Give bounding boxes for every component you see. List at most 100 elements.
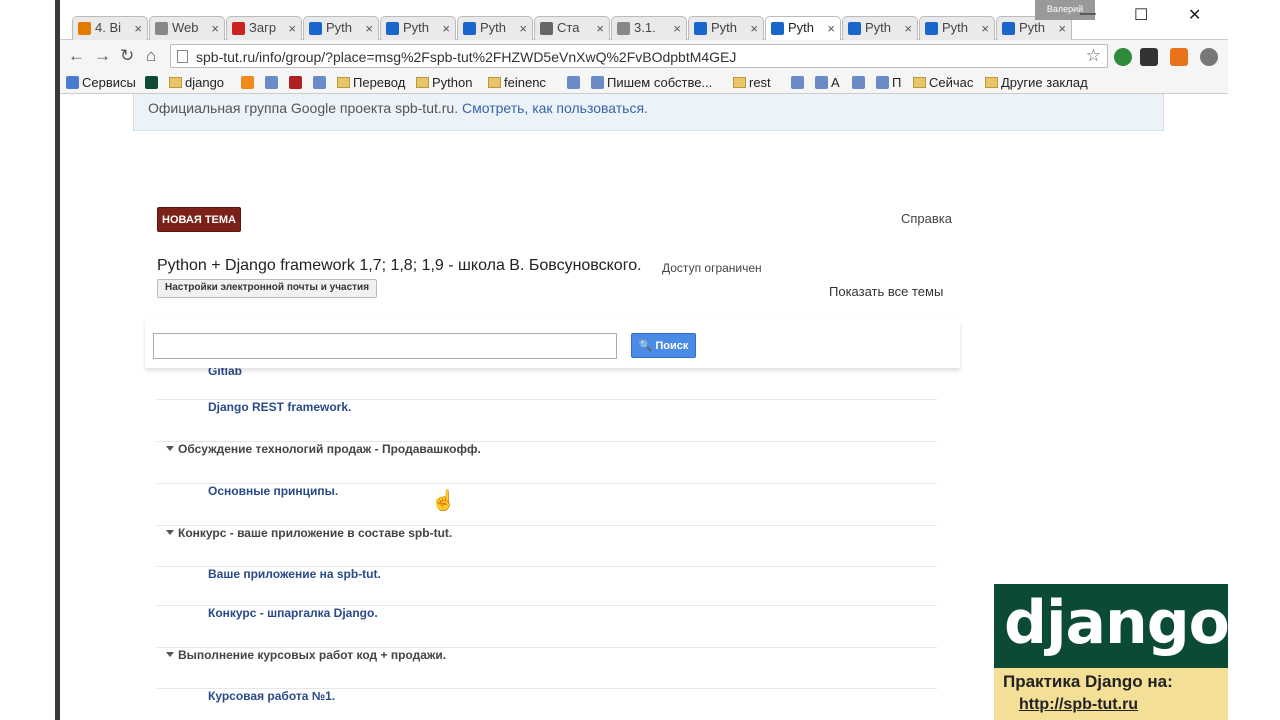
topic-row[interactable]: Ваше приложение на spb-tut. — [157, 567, 937, 606]
bookmark-item[interactable]: Другие заклад — [985, 75, 1088, 90]
category-row[interactable]: Конкурс - ваше приложение в составе spb-… — [157, 526, 937, 567]
bookmark-item[interactable]: П — [876, 75, 901, 90]
close-window-icon[interactable]: ✕ — [1188, 5, 1201, 25]
bookmark-label: django — [185, 75, 225, 90]
bookmark-item[interactable]: rest — [733, 75, 771, 90]
tab-close-icon[interactable]: × — [981, 21, 989, 36]
tab-close-icon[interactable]: × — [442, 21, 450, 36]
tab-close-icon[interactable]: × — [750, 21, 758, 36]
search-button[interactable]: 🔍 Поиск — [631, 333, 696, 358]
bookmark-label: A — [831, 75, 840, 90]
tab[interactable]: Pyth × — [380, 16, 456, 40]
topic-link[interactable]: Ваше приложение на spb-tut. — [208, 567, 381, 581]
tab[interactable]: Ста × — [534, 16, 610, 40]
bookmark-item[interactable]: Перевод — [337, 75, 405, 90]
topic-row[interactable]: Конкурс - шпаргалка Django. — [157, 606, 937, 648]
tab[interactable]: 3.1. × — [611, 16, 687, 40]
bookmark-item[interactable]: A — [815, 75, 840, 90]
minimize-icon[interactable]: — — [1080, 5, 1096, 23]
category-title[interactable]: Обсуждение технологий продаж - Продавашк… — [178, 442, 481, 456]
extension-green-icon[interactable] — [1114, 48, 1132, 66]
tab-label: Pyth — [865, 20, 892, 35]
tab-close-icon[interactable]: × — [904, 21, 912, 36]
category-title[interactable]: Конкурс - ваше приложение в составе spb-… — [178, 526, 452, 540]
site-icon — [815, 76, 828, 89]
tab[interactable]: Pyth × — [765, 16, 841, 40]
bookmark-item[interactable] — [289, 75, 305, 90]
tab[interactable]: Pyth × — [688, 16, 764, 40]
orange-icon — [241, 76, 254, 89]
category-title[interactable]: Выполнение курсовых работ код + продажи. — [178, 648, 446, 662]
bookmark-item[interactable] — [313, 75, 329, 90]
tab-close-icon[interactable]: × — [288, 21, 296, 36]
category-row[interactable]: Выполнение курсовых работ код + продажи. — [157, 648, 937, 689]
tab-label: Pyth — [788, 20, 815, 35]
bookmark-item[interactable] — [265, 75, 281, 90]
email-settings-button[interactable]: Настройки электронной почты и участия — [157, 279, 378, 298]
collapse-arrow-icon[interactable] — [166, 446, 174, 451]
bookmark-item[interactable] — [852, 75, 868, 90]
help-link[interactable]: Справка — [901, 211, 952, 226]
extension-dark-icon[interactable] — [1140, 48, 1158, 66]
tab-close-icon[interactable]: × — [134, 21, 142, 36]
tab-favicon-icon — [386, 22, 399, 35]
new-topic-button[interactable]: НОВАЯ ТЕМА — [157, 207, 241, 232]
address-bar[interactable]: spb-tut.ru/info/group/?place=msg%2Fspb-t… — [170, 44, 1108, 68]
collapse-arrow-icon[interactable] — [166, 530, 174, 535]
home-icon[interactable]: ⌂ — [146, 46, 156, 66]
menu-icon[interactable] — [1200, 48, 1218, 66]
bookmark-item[interactable] — [145, 75, 161, 90]
tab-favicon-icon — [771, 22, 784, 35]
tab[interactable]: Pyth × — [919, 16, 995, 40]
topic-link[interactable]: Конкурс - шпаргалка Django. — [208, 606, 378, 620]
django-promo-overlay: django Практика Django на: http://spb-tu… — [994, 584, 1228, 720]
topic-link[interactable]: Основные принципы. — [208, 484, 338, 498]
tab[interactable]: Загр × — [226, 16, 302, 40]
maximize-icon[interactable]: ☐ — [1134, 5, 1148, 25]
tab-label: Pyth — [403, 20, 430, 35]
bookmark-item[interactable]: Пишем собстве... — [591, 75, 712, 90]
search-input[interactable] — [153, 333, 617, 359]
bookmark-item[interactable]: Сейчас — [913, 75, 973, 90]
reload-icon[interactable]: ↻ — [120, 46, 134, 66]
tab-close-icon[interactable]: × — [365, 21, 373, 36]
tab-close-icon[interactable]: × — [596, 21, 604, 36]
topic-link[interactable]: Django REST framework. — [208, 400, 351, 414]
tab[interactable]: 4. Bi × — [72, 16, 148, 40]
category-row[interactable]: Обсуждение технологий продаж - Продавашк… — [157, 442, 937, 484]
bookmark-item[interactable] — [791, 75, 807, 90]
tab-close-icon[interactable]: × — [211, 21, 219, 36]
bookmark-item[interactable] — [241, 75, 257, 90]
tab-close-icon[interactable]: × — [673, 21, 681, 36]
extension-orange-icon[interactable] — [1170, 48, 1188, 66]
promo-url: http://spb-tut.ru — [1019, 696, 1139, 713]
tab[interactable]: Pyth × — [842, 16, 918, 40]
back-icon[interactable]: ← — [68, 46, 85, 66]
forward-icon[interactable]: → — [94, 46, 111, 66]
tab-close-icon[interactable]: × — [519, 21, 527, 36]
bookmark-item[interactable] — [567, 75, 583, 90]
apps-icon — [66, 76, 79, 89]
bookmark-item[interactable]: feinenc — [488, 75, 546, 90]
tab[interactable]: Pyth × — [457, 16, 533, 40]
bookmark-label: Пишем собстве... — [607, 75, 713, 90]
topic-row[interactable]: Курсовая работа №1. — [157, 689, 937, 720]
tab[interactable]: Web × — [149, 16, 225, 40]
topic-row[interactable]: Django REST framework. — [157, 400, 937, 442]
banner-help-link[interactable]: Смотреть, как пользоваться. — [462, 100, 648, 116]
collapse-arrow-icon[interactable] — [166, 652, 174, 657]
search-icon: 🔍 — [638, 340, 653, 352]
bookmark-item[interactable]: Сервисы — [66, 75, 136, 90]
topic-row[interactable]: Gitlab — [157, 364, 937, 400]
topic-row[interactable]: Основные принципы. — [157, 484, 937, 526]
bookmark-item[interactable]: django — [169, 75, 224, 90]
bookmarks-bar: Сервисы django Перевод Python feinenc Пишем с… — [60, 72, 1228, 94]
tab[interactable]: Pyth × — [303, 16, 379, 40]
tab-close-icon[interactable]: × — [827, 21, 835, 36]
topic-link[interactable]: Курсовая работа №1. — [208, 689, 335, 703]
bookmark-star-icon[interactable]: ☆ — [1086, 46, 1101, 66]
show-all-topics-link[interactable]: Показать все темы — [829, 284, 943, 299]
bookmark-label: П — [892, 75, 902, 90]
bookmark-label: Перевод — [353, 75, 406, 90]
bookmark-item[interactable]: Python — [416, 75, 472, 90]
